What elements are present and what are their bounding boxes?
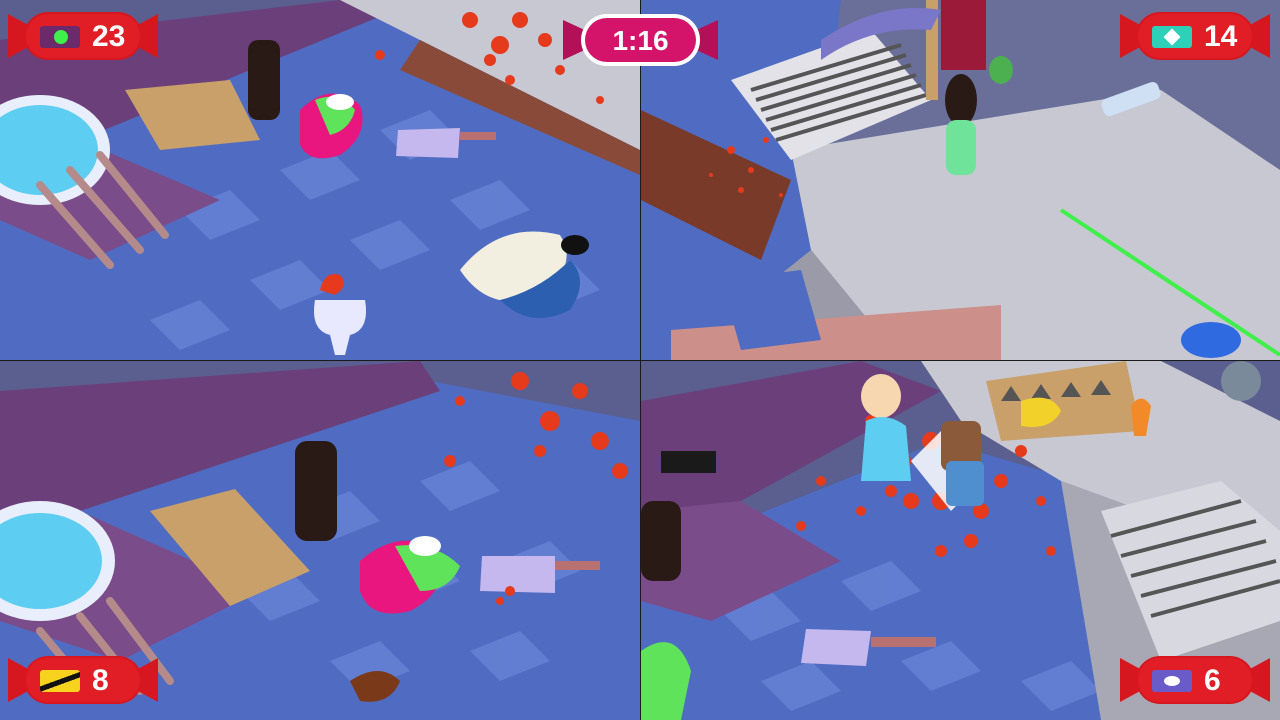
green-banner-icon [40, 26, 80, 48]
round-timer-badge: 1:16 [563, 10, 718, 70]
player2-score-badge: 14 [1120, 6, 1270, 66]
player2-score: 14 [1204, 20, 1238, 53]
teal-banner-icon [1152, 26, 1192, 48]
candy-badge-shape [1120, 656, 1270, 704]
player3-score-badge: 8 [8, 650, 158, 710]
player4-score-badge: 6 [1120, 650, 1270, 710]
yellow-black-banner-icon [40, 670, 80, 692]
split-screen-divider-horizontal [0, 360, 1280, 361]
purple-banner-icon [1152, 670, 1192, 692]
candy-badge-shape [8, 656, 158, 704]
candy-badge-shape [8, 12, 158, 60]
round-timer: 1:16 [612, 25, 669, 56]
player1-score: 23 [92, 20, 126, 53]
player4-score: 6 [1204, 664, 1221, 697]
player1-score-badge: 23 [8, 6, 158, 66]
player3-score: 8 [92, 664, 109, 697]
candy-badge-shape [1120, 12, 1270, 60]
